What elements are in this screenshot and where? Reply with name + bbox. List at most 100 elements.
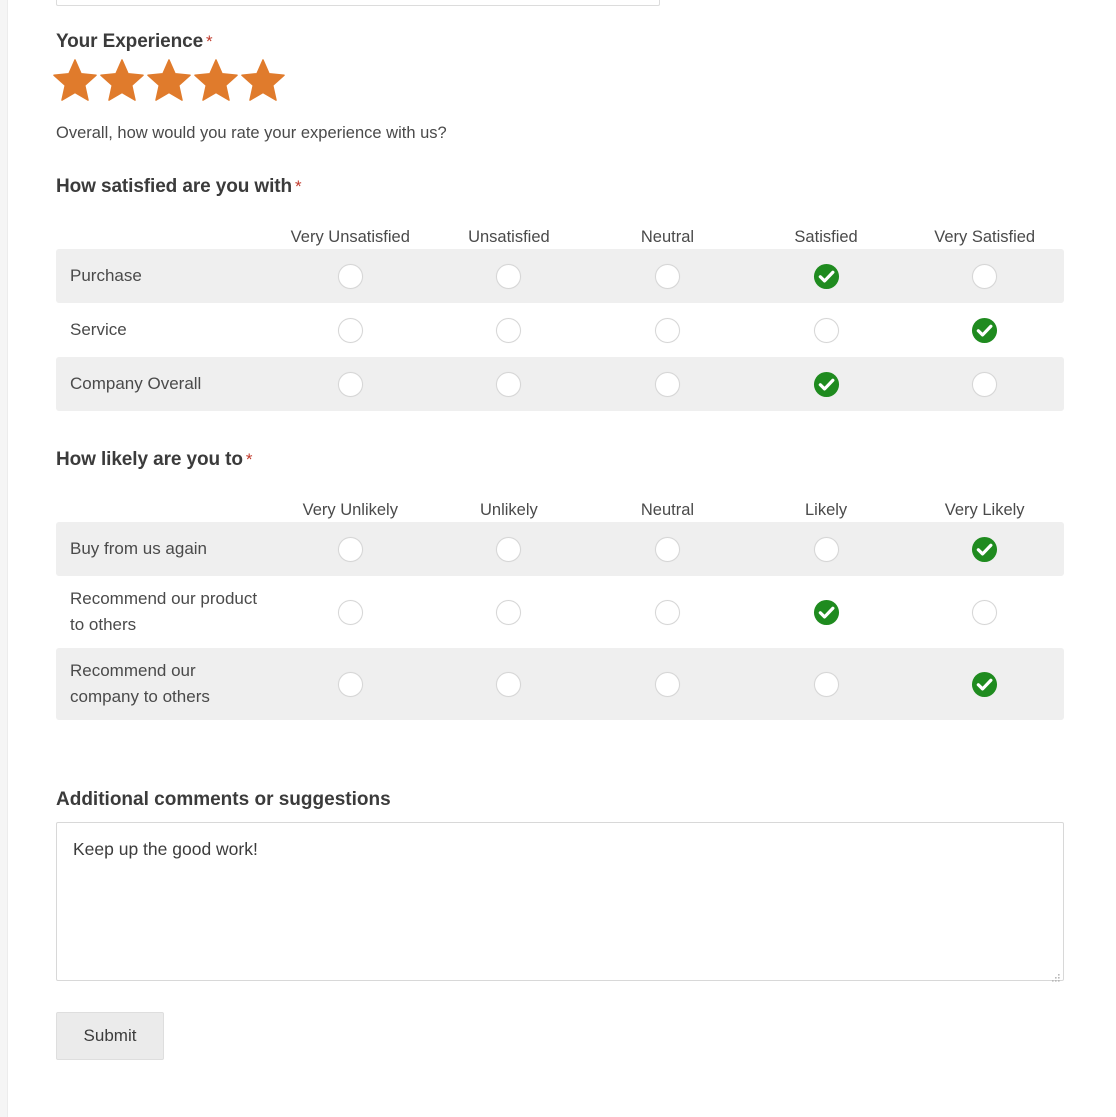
matrix-row: Buy from us again bbox=[56, 522, 1064, 576]
radio-selected-check-icon[interactable] bbox=[971, 671, 998, 698]
likelihood-column-header: Very Likely bbox=[944, 501, 1025, 519]
required-asterisk: * bbox=[295, 177, 302, 196]
radio-option[interactable] bbox=[813, 317, 839, 343]
radio-option[interactable] bbox=[496, 671, 522, 697]
matrix-row: Recommend our product to others bbox=[56, 576, 1064, 648]
radio-selected-check-icon[interactable] bbox=[971, 317, 998, 344]
satisfaction-row-label: Company Overall bbox=[70, 374, 202, 393]
radio-option[interactable] bbox=[813, 536, 839, 562]
radio-option[interactable] bbox=[654, 317, 680, 343]
previous-question-input[interactable] bbox=[56, 0, 660, 6]
matrix-cell[interactable] bbox=[747, 317, 906, 343]
matrix-cell[interactable] bbox=[430, 536, 589, 562]
radio-option[interactable] bbox=[654, 536, 680, 562]
matrix-cell[interactable] bbox=[747, 536, 906, 562]
radio-option[interactable] bbox=[337, 371, 363, 397]
radio-option[interactable] bbox=[972, 371, 998, 397]
matrix-cell[interactable] bbox=[271, 371, 430, 397]
radio-option[interactable] bbox=[972, 599, 998, 625]
matrix-cell[interactable] bbox=[905, 317, 1064, 344]
satisfaction-question-title: How satisfied are you with * bbox=[56, 176, 302, 198]
matrix-cell[interactable] bbox=[588, 536, 747, 562]
matrix-cell[interactable] bbox=[430, 671, 589, 697]
radio-option[interactable] bbox=[496, 536, 522, 562]
satisfaction-column-header: Very Satisfied bbox=[934, 228, 1036, 246]
star-rating-title-text: Your Experience bbox=[56, 31, 204, 52]
survey-form-page: Your Experience * Overall, how would you … bbox=[0, 0, 1116, 1117]
matrix-cell[interactable] bbox=[430, 371, 589, 397]
matrix-cell[interactable] bbox=[747, 671, 906, 697]
comments-label: Additional comments or suggestions bbox=[56, 789, 391, 810]
star-rating-control[interactable] bbox=[52, 57, 286, 103]
matrix-cell[interactable] bbox=[905, 671, 1064, 698]
radio-option[interactable] bbox=[337, 263, 363, 289]
satisfaction-row-label: Purchase bbox=[70, 266, 142, 285]
matrix-cell[interactable] bbox=[588, 671, 747, 697]
radio-option[interactable] bbox=[654, 671, 680, 697]
matrix-row: Purchase bbox=[56, 249, 1064, 303]
matrix-cell[interactable] bbox=[747, 263, 906, 290]
radio-option[interactable] bbox=[337, 671, 363, 697]
matrix-cell[interactable] bbox=[905, 536, 1064, 563]
radio-option[interactable] bbox=[654, 599, 680, 625]
radio-option[interactable] bbox=[496, 599, 522, 625]
radio-selected-check-icon[interactable] bbox=[813, 371, 840, 398]
matrix-cell[interactable] bbox=[271, 599, 430, 625]
likelihood-column-header: Very Unlikely bbox=[302, 501, 398, 519]
comments-field-wrapper bbox=[56, 822, 1064, 986]
likelihood-column-header: Likely bbox=[804, 501, 848, 519]
matrix-row: Service bbox=[56, 303, 1064, 357]
radio-option[interactable] bbox=[496, 371, 522, 397]
star-icon[interactable] bbox=[52, 57, 98, 103]
satisfaction-column-header: Neutral bbox=[640, 228, 695, 246]
satisfaction-column-header: Unsatisfied bbox=[468, 228, 550, 246]
matrix-cell[interactable] bbox=[430, 317, 589, 343]
radio-selected-check-icon[interactable] bbox=[813, 263, 840, 290]
matrix-cell[interactable] bbox=[588, 371, 747, 397]
radio-selected-check-icon[interactable] bbox=[813, 599, 840, 626]
satisfaction-column-header: Satisfied bbox=[794, 228, 858, 246]
radio-option[interactable] bbox=[337, 317, 363, 343]
likelihood-row-label: Buy from us again bbox=[70, 539, 208, 558]
matrix-cell[interactable] bbox=[271, 263, 430, 289]
satisfaction-column-header: Very Unsatisfied bbox=[290, 228, 410, 246]
matrix-cell[interactable] bbox=[588, 317, 747, 343]
matrix-cell[interactable] bbox=[271, 317, 430, 343]
matrix-cell[interactable] bbox=[905, 371, 1064, 397]
radio-option[interactable] bbox=[496, 263, 522, 289]
comments-textarea[interactable] bbox=[56, 822, 1064, 981]
matrix-cell[interactable] bbox=[905, 263, 1064, 289]
matrix-cell[interactable] bbox=[271, 671, 430, 697]
required-asterisk: * bbox=[245, 450, 253, 469]
likelihood-column-header: Neutral bbox=[640, 501, 695, 519]
star-icon[interactable] bbox=[240, 57, 286, 103]
star-rating-help-text: Overall, how would you rate your experie… bbox=[56, 124, 447, 142]
matrix-cell[interactable] bbox=[271, 536, 430, 562]
likelihood-title-text: How likely are you to bbox=[56, 449, 243, 470]
radio-option[interactable] bbox=[337, 536, 363, 562]
likelihood-row-label: Recommend our product to others bbox=[70, 589, 258, 634]
matrix-cell[interactable] bbox=[747, 599, 906, 626]
radio-selected-check-icon[interactable] bbox=[971, 536, 998, 563]
matrix-cell[interactable] bbox=[430, 263, 589, 289]
matrix-cell[interactable] bbox=[905, 599, 1064, 625]
star-icon[interactable] bbox=[99, 57, 145, 103]
satisfaction-title-text: How satisfied are you with bbox=[56, 176, 293, 197]
radio-option[interactable] bbox=[972, 263, 998, 289]
radio-option[interactable] bbox=[496, 317, 522, 343]
likelihood-matrix: Very Unlikely Unlikely Neutral Likely Very L… bbox=[56, 488, 1064, 720]
page-gutter bbox=[0, 0, 8, 1117]
matrix-cell[interactable] bbox=[747, 371, 906, 398]
radio-option[interactable] bbox=[337, 599, 363, 625]
star-icon[interactable] bbox=[146, 57, 192, 103]
radio-option[interactable] bbox=[654, 263, 680, 289]
star-icon[interactable] bbox=[193, 57, 239, 103]
satisfaction-matrix: Very Unsatisfied Unsatisfied Neutral Satisf… bbox=[56, 215, 1064, 411]
matrix-cell[interactable] bbox=[430, 599, 589, 625]
radio-option[interactable] bbox=[813, 671, 839, 697]
submit-button[interactable]: Submit bbox=[56, 1012, 164, 1060]
matrix-row: Company Overall bbox=[56, 357, 1064, 411]
matrix-cell[interactable] bbox=[588, 599, 747, 625]
radio-option[interactable] bbox=[654, 371, 680, 397]
matrix-cell[interactable] bbox=[588, 263, 747, 289]
